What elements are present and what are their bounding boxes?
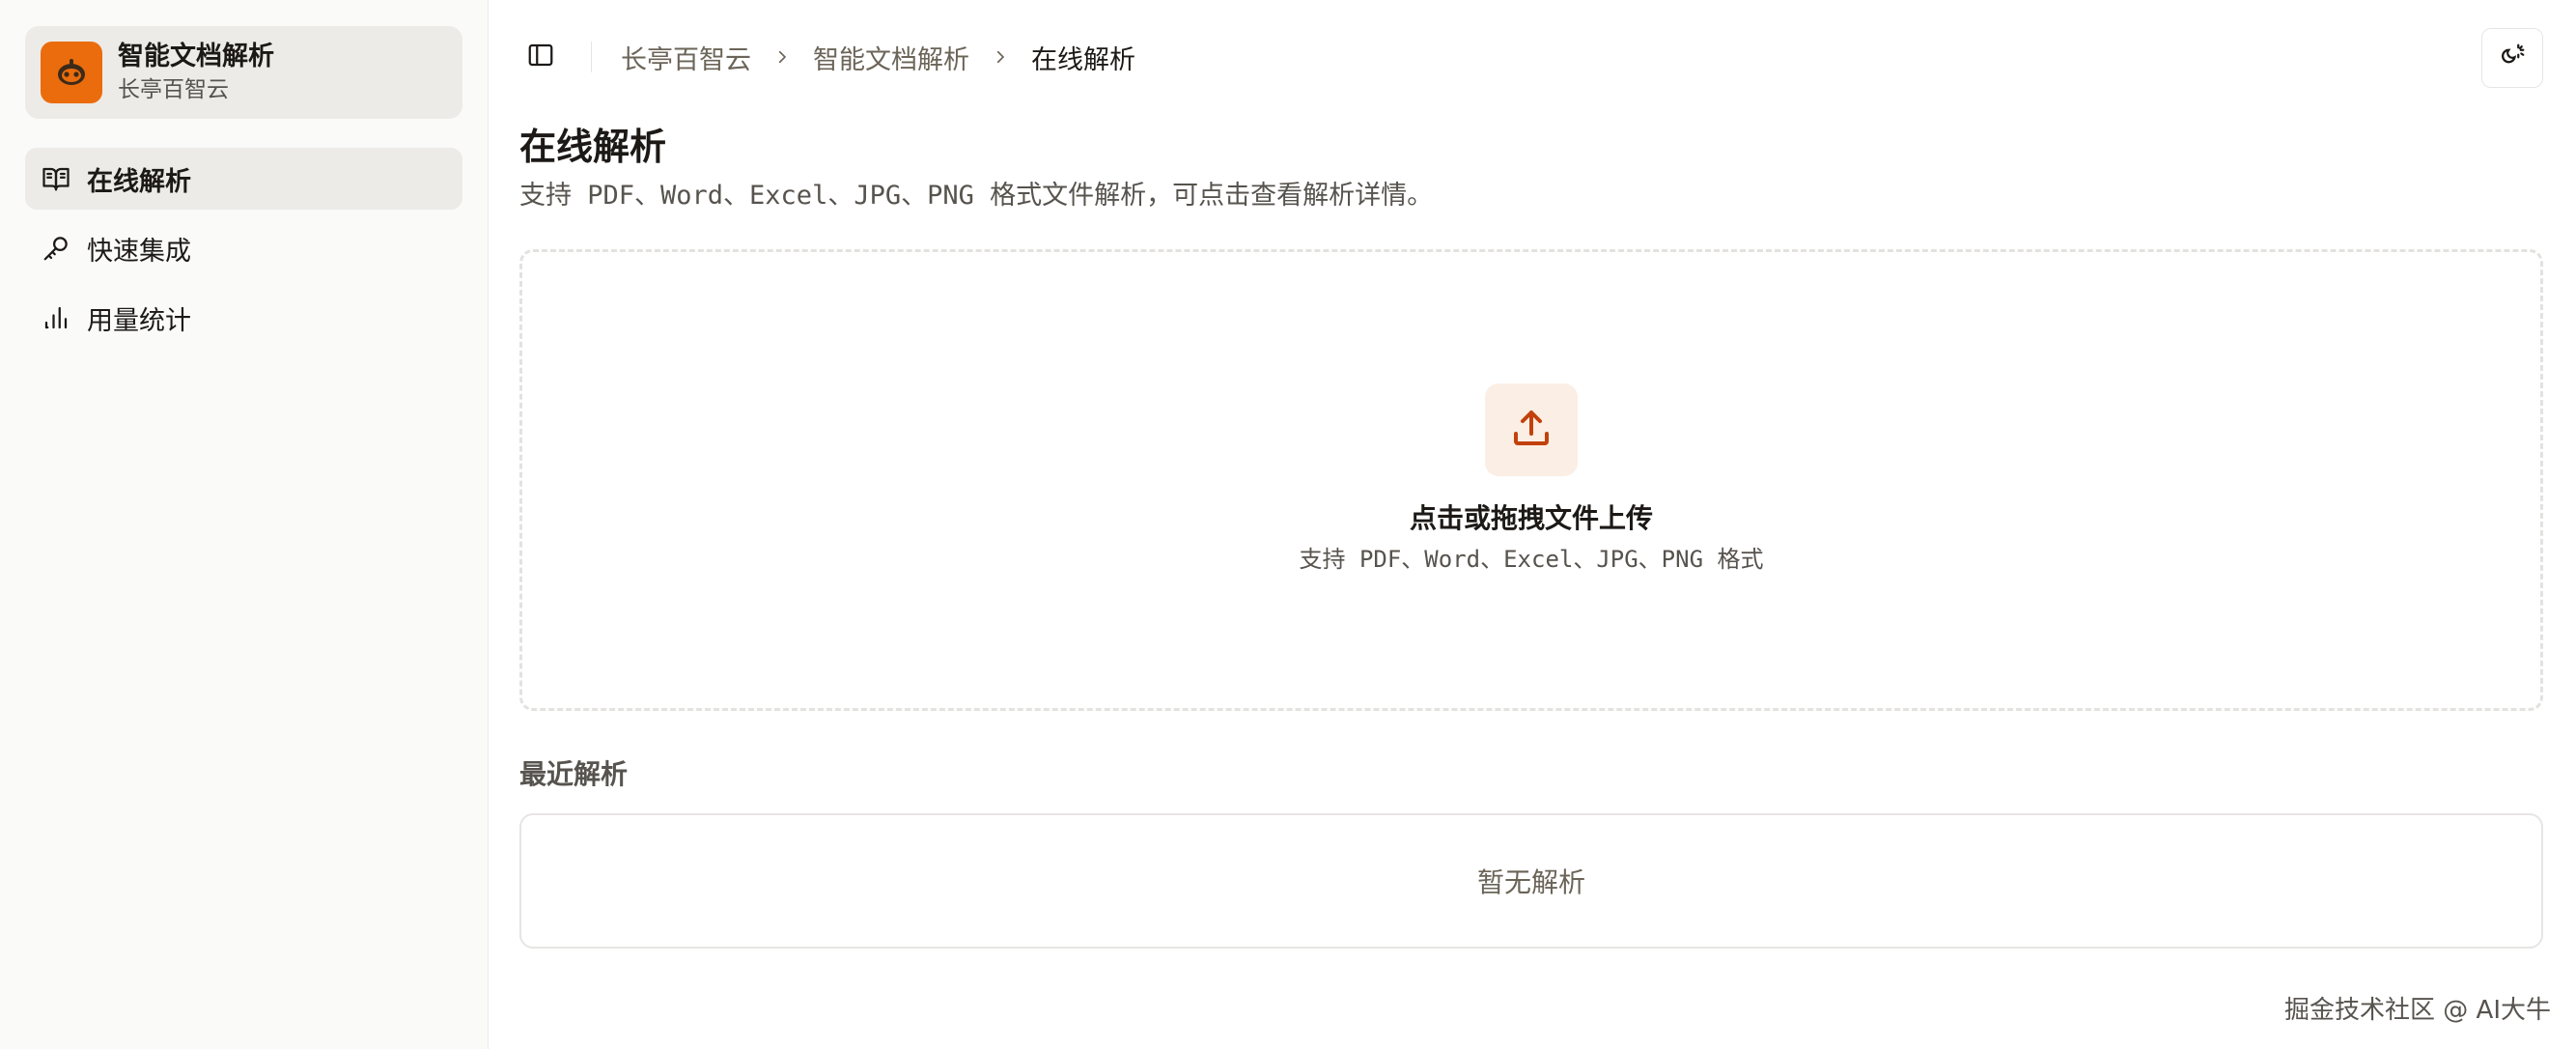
upload-dropzone[interactable]: 点击或拖拽文件上传 支持 PDF、Word、Excel、JPG、PNG 格式 xyxy=(519,249,2543,711)
sidebar-item-online-parse[interactable]: 在线解析 xyxy=(25,148,462,210)
page-description: 支持 PDF、Word、Excel、JPG、PNG 格式文件解析，可点击查看解析… xyxy=(519,181,1434,211)
key-icon xyxy=(41,233,71,264)
chevron-right-icon xyxy=(772,47,792,67)
sidebar-item-label: 在线解析 xyxy=(87,166,191,197)
breadcrumb-item-cloud[interactable]: 长亭百智云 xyxy=(621,39,751,76)
chevron-right-icon xyxy=(991,47,1010,67)
brand-card[interactable]: 智能文档解析 长亭百智云 xyxy=(25,26,462,119)
book-open-icon xyxy=(41,163,71,194)
divider xyxy=(591,42,592,72)
sidebar: 智能文档解析 长亭百智云 在线解析 快速集成 用量统计 xyxy=(0,0,489,1049)
theme-toggle-button[interactable] xyxy=(2481,28,2543,88)
watermark-text: 掘金技术社区 @ AI大牛 xyxy=(2284,996,2551,1025)
brand-subtitle: 长亭百智云 xyxy=(118,77,229,102)
sidebar-toggle-button[interactable] xyxy=(519,36,562,78)
upload-icon-wrapper xyxy=(1485,383,1578,476)
sidebar-item-usage-stats[interactable]: 用量统计 xyxy=(25,287,462,349)
page-title: 在线解析 xyxy=(519,126,667,168)
recent-empty-text: 暂无解析 xyxy=(1476,866,1585,898)
main-content: 长亭百智云 智能文档解析 在线解析 在线解析 支持 PDF、Word、Excel… xyxy=(489,0,2576,1049)
sidebar-nav: 在线解析 快速集成 用量统计 xyxy=(25,148,462,349)
breadcrumb-item-doc-parse[interactable]: 智能文档解析 xyxy=(813,39,969,76)
recent-list: 暂无解析 xyxy=(519,813,2543,949)
topbar: 长亭百智云 智能文档解析 在线解析 xyxy=(519,0,2543,114)
robot-face-icon xyxy=(41,42,102,103)
upload-subtitle: 支持 PDF、Word、Excel、JPG、PNG 格式 xyxy=(1299,546,1764,573)
app-window: 智能文档解析 长亭百智云 在线解析 快速集成 用量统计 长亭百智云 智能文档解析… xyxy=(0,0,2576,1049)
sidebar-item-label: 快速集成 xyxy=(87,236,191,267)
sidebar-toggle-icon xyxy=(526,41,555,73)
brand-name: 智能文档解析 xyxy=(118,42,274,71)
breadcrumb: 长亭百智云 智能文档解析 在线解析 xyxy=(621,39,1135,76)
bar-chart-icon xyxy=(41,302,71,333)
upload-icon xyxy=(1508,405,1554,455)
sidebar-item-quick-integration[interactable]: 快速集成 xyxy=(25,217,462,279)
recent-section-title: 最近解析 xyxy=(519,758,629,790)
breadcrumb-item-current: 在线解析 xyxy=(1031,44,1135,75)
theme-toggle-icon xyxy=(2498,42,2527,74)
upload-title: 点击或拖拽文件上传 xyxy=(1409,502,1653,534)
sidebar-item-label: 用量统计 xyxy=(87,305,191,336)
